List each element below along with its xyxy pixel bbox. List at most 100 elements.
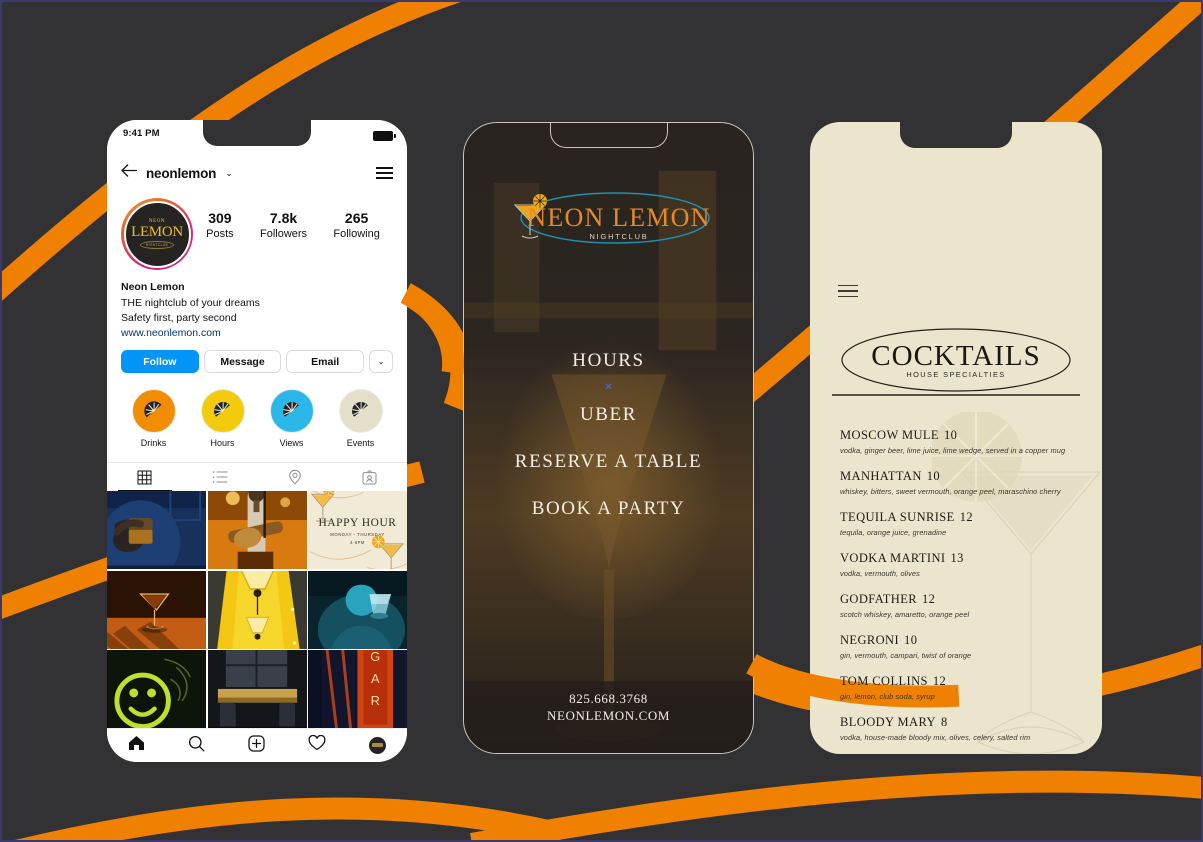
cocktail-name: GODFATHER <box>840 592 917 606</box>
bio-line-2: Safety first, party second <box>121 311 237 324</box>
highlight-views[interactable]: Views <box>265 389 319 448</box>
cocktail-item[interactable]: GODFATHER 12 scotch whiskey, amaretto, or… <box>840 592 1084 619</box>
cocktail-item[interactable]: TOM COLLINS 12 gin, lemon, club soda, syr… <box>840 674 1084 701</box>
cocktail-item[interactable]: NEGRONI 10 gin, vermouth, campari, twist … <box>840 633 1084 660</box>
menu-link-reserve-a-table[interactable]: RESERVE A TABLE <box>464 452 753 471</box>
phone-landing-page: NEON LEMON NIGHTCLUB HOURS ✕ UBER RESERV… <box>463 122 754 754</box>
avatar-label-sub: NIGHTCLUB <box>139 241 175 249</box>
back-arrow-icon[interactable] <box>121 164 138 182</box>
menu-link-hours[interactable]: HOURS <box>464 351 753 370</box>
stat-posts-label: Posts <box>206 227 234 240</box>
profile-username[interactable]: neonlemon <box>146 166 216 181</box>
highlight-events-label: Events <box>346 438 375 449</box>
phone-notch <box>900 122 1012 148</box>
profile-tab-bar <box>107 462 407 492</box>
menu-separator-dot: ✕ <box>604 382 613 393</box>
email-button[interactable]: Email <box>286 350 365 374</box>
bottom-navigation-bar <box>107 728 407 762</box>
cocktail-price: 13 <box>950 551 964 565</box>
svg-text:A: A <box>371 671 380 686</box>
highlight-hours[interactable]: Hours <box>196 389 250 448</box>
highlight-views-label: Views <box>279 438 304 449</box>
tab-tagged[interactable] <box>332 463 407 491</box>
heart-icon[interactable] <box>308 734 326 756</box>
cocktail-price: 12 <box>921 592 936 606</box>
menu-subtitle: HOUSE SPECIALTIES <box>906 370 1005 379</box>
search-icon[interactable] <box>188 735 205 757</box>
cocktail-description: vodka, ginger beer, lime juice, lime wed… <box>840 445 1066 455</box>
grid-photo-neon-smiley-sign[interactable] <box>107 650 206 728</box>
cocktail-item[interactable]: MANHATTAN 10 whiskey, bitters, sweet verm… <box>840 469 1084 496</box>
brand-name: NEON LEMON <box>527 203 710 232</box>
hamburger-menu-icon[interactable] <box>838 285 858 298</box>
photo-grid: HAPPY HOUR MONDAY - THURSDAY 4-6PM NEON … <box>107 491 407 728</box>
stat-posts-value: 309 <box>208 210 232 226</box>
footer-phone-number[interactable]: 825.668.3768 <box>464 690 753 708</box>
battery-full-icon <box>373 131 396 141</box>
avatar-label-main: LEMON <box>131 224 183 240</box>
menu-divider <box>832 394 1080 396</box>
cocktail-price: 8 <box>940 715 948 729</box>
grid-photo-neon-bar-sign-red[interactable]: GAR <box>308 650 407 728</box>
profile-avatar-icon[interactable] <box>368 737 386 754</box>
tab-list[interactable] <box>182 463 257 491</box>
cocktail-description: tequila, orange juice, grenadine <box>840 527 947 537</box>
footer-website[interactable]: NEONLEMON.COM <box>464 707 753 725</box>
cocktail-item[interactable]: MOSCOW MULE 10 vodka, ginger beer, lime j… <box>840 428 1084 455</box>
landing-footer: 825.668.3768 NEONLEMON.COM <box>464 690 753 725</box>
grid-photo-cocktail-glass-shadow[interactable] <box>107 570 206 649</box>
cocktail-name: BLOODY MARY <box>840 715 936 729</box>
avatar[interactable]: NEON LEMON NIGHTCLUB <box>121 198 193 270</box>
lemon-slice-icon <box>269 389 314 434</box>
cocktail-list: MOSCOW MULE 10 vodka, ginger beer, lime j… <box>840 428 1084 754</box>
cocktail-item[interactable]: VODKA MARTINI 13 vodka, vermouth, olives <box>840 551 1084 578</box>
stat-posts[interactable]: 309 Posts <box>206 210 234 240</box>
profile-stats: 309 Posts 7.8k Followers 265 Following <box>193 198 393 240</box>
highlight-hours-label: Hours <box>210 438 235 449</box>
add-post-icon[interactable] <box>248 734 265 757</box>
tab-grid[interactable] <box>107 463 182 492</box>
cocktail-name: MOSCOW MULE <box>840 428 939 442</box>
highlight-events[interactable]: Events <box>334 389 388 448</box>
cocktail-name: TEQUILA SUNRISE <box>840 510 955 524</box>
home-icon[interactable] <box>128 735 145 756</box>
menu-link-uber[interactable]: UBER <box>464 405 753 424</box>
profile-summary: NEON LEMON NIGHTCLUB 309 Posts 7.8k Foll… <box>107 192 407 270</box>
phone-notch <box>549 123 668 148</box>
tab-location[interactable] <box>257 463 332 491</box>
brand-logo: NEON LEMON NIGHTCLUB <box>507 189 711 247</box>
highlight-drinks-label: Drinks <box>140 438 167 449</box>
profile-website-link[interactable]: www.neonlemon.com <box>121 326 393 341</box>
hamburger-menu-icon[interactable] <box>376 167 393 179</box>
stat-followers-label: Followers <box>259 227 308 240</box>
grid-photo-happy-hour-poster[interactable]: HAPPY HOUR MONDAY - THURSDAY 4-6PM NEON … <box>308 491 407 570</box>
follow-button[interactable]: Follow <box>121 350 199 374</box>
highlight-drinks[interactable]: Drinks <box>127 389 181 448</box>
more-options-button[interactable]: ⌄ <box>369 350 394 374</box>
cocktail-description: gin, lemon, club soda, syrup <box>840 691 935 701</box>
stat-followers[interactable]: 7.8k Followers <box>260 210 307 240</box>
brand-tagline: NIGHTCLUB <box>589 232 648 241</box>
stat-following[interactable]: 265 Following <box>333 210 379 240</box>
cocktail-name: TOM COLLINS <box>840 674 928 688</box>
menu-title: COCKTAILS <box>871 340 1040 372</box>
message-button[interactable]: Message <box>203 350 282 374</box>
stat-followers-value: 7.8k <box>269 210 298 226</box>
profile-display-name: Neon Lemon <box>121 281 185 293</box>
grid-photo-man-drinking-blue-light[interactable] <box>308 570 407 649</box>
cocktail-item[interactable]: BLOODY MARY 8 vodka, house-made bloody mi… <box>840 715 1084 742</box>
grid-photo-yellow-hanging-lamps[interactable] <box>207 570 307 649</box>
menu-link-book-a-party[interactable]: BOOK A PARTY <box>464 499 753 518</box>
grid-photo-dark-bar-interior[interactable] <box>207 650 307 728</box>
cocktail-price: 10 <box>943 428 958 442</box>
lemon-slice-icon <box>131 389 176 434</box>
mockup-canvas: 9:41 PM neonlemon ⌄ NEON LEMON NIGHTCLUB <box>0 0 1203 842</box>
phone-cocktail-menu: COCKTAILS HOUSE SPECIALTIES MOSCOW MULE … <box>810 122 1102 754</box>
phone-notch <box>203 120 311 146</box>
chevron-down-icon[interactable]: ⌄ <box>225 168 233 179</box>
cocktail-description: vodka, house-made bloody mix, olives, ce… <box>840 732 1031 742</box>
grid-photo-guitarist-on-stage[interactable] <box>207 491 307 570</box>
cocktail-item[interactable]: TEQUILA SUNRISE 12 tequila, orange juice,… <box>840 510 1084 537</box>
grid-photo-hand-holding-whiskey-glass[interactable] <box>107 491 206 570</box>
cocktail-name: VODKA MARTINI <box>840 551 946 565</box>
